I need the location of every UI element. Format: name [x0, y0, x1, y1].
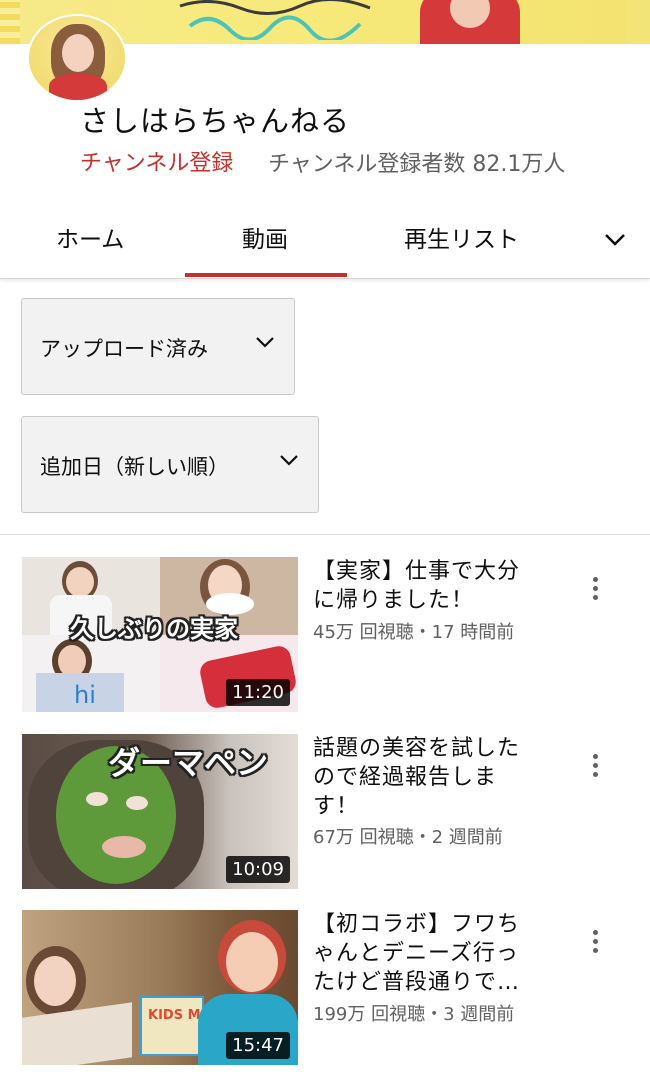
divider [0, 534, 650, 535]
upload-filter-label: アップロード済み [40, 337, 208, 361]
thumbnail-caption: ダーマペン [108, 744, 269, 782]
more-vert-icon[interactable] [583, 750, 607, 790]
subscribe-button[interactable]: チャンネル登録 [80, 145, 233, 177]
video-duration: 11:20 [226, 679, 290, 706]
thumbnail-caption: 久しぶりの実家 [70, 615, 238, 643]
tab-home[interactable]: ホーム [56, 220, 124, 254]
video-item[interactable]: ダーマペン 10:09 話題の美容を試した ので経過報告しま す！ 67万 回視… [0, 734, 650, 894]
sort-filter-label: 追加日（新しい順） [40, 455, 229, 479]
more-vert-icon[interactable] [583, 926, 607, 966]
more-vert-icon[interactable] [583, 573, 607, 613]
tab-videos[interactable]: 動画 [242, 220, 288, 254]
upload-filter-dropdown[interactable]: アップロード済み [21, 298, 295, 395]
chevron-down-icon [280, 455, 298, 466]
video-duration: 15:47 [226, 1032, 290, 1059]
video-title[interactable]: 【初コラボ】フワち ゃんとデニーズ行っ たけど普段通りで… [313, 910, 563, 997]
video-meta: 199万 回視聴・3 週間前 [313, 1004, 515, 1025]
video-item[interactable]: hi 久しぶりの実家 11:20 【実家】仕事で大分 に帰りました！ 45万 回… [0, 557, 650, 717]
sort-filter-dropdown[interactable]: 追加日（新しい順） [21, 416, 319, 513]
video-item[interactable]: KIDS MENU 15:47 【初コラボ】フワち ゃんとデニーズ行っ たけど普… [0, 910, 650, 1070]
video-meta: 45万 回視聴・17 時間前 [313, 622, 515, 643]
video-duration: 10:09 [226, 856, 290, 883]
video-title[interactable]: 話題の美容を試した ので経過報告しま す！ [313, 734, 563, 821]
video-thumbnail[interactable]: KIDS MENU 15:47 [22, 910, 298, 1065]
active-tab-indicator [185, 273, 347, 277]
video-meta: 67万 回視聴・2 週間前 [313, 827, 503, 848]
video-title[interactable]: 【実家】仕事で大分 に帰りました！ [313, 557, 563, 615]
tab-playlists[interactable]: 再生リスト [404, 220, 519, 254]
chevron-down-icon [256, 337, 274, 348]
banner-edge [626, 0, 650, 44]
channel-name: さしはらちゃんねる [80, 104, 351, 138]
banner-logo [179, 0, 371, 40]
subscriber-count: チャンネル登録者数 82.1万人 [268, 152, 566, 177]
channel-tabs: ホーム 動画 再生リスト [0, 200, 650, 279]
chevron-down-icon[interactable] [600, 224, 630, 254]
video-thumbnail[interactable]: ダーマペン 10:09 [22, 734, 298, 889]
banner-pattern [0, 0, 20, 44]
video-thumbnail[interactable]: hi 久しぶりの実家 11:20 [22, 557, 298, 712]
channel-avatar[interactable] [27, 14, 127, 102]
